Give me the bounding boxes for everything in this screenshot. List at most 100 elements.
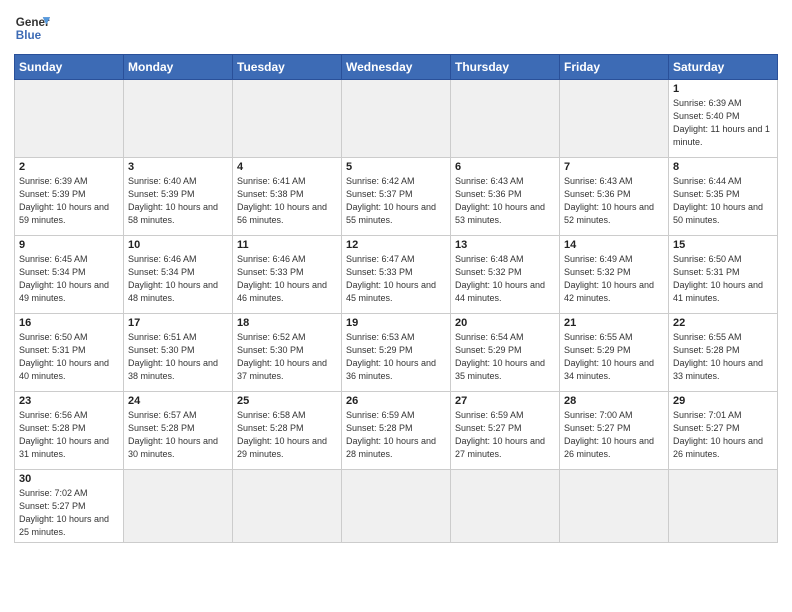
calendar-cell: 19 Sunrise: 6:53 AM Sunset: 5:29 PM Dayli… xyxy=(342,314,451,392)
calendar-week-1: 1 Sunrise: 6:39 AM Sunset: 5:40 PM Daylig… xyxy=(15,80,778,158)
day-info: Sunrise: 6:40 AM Sunset: 5:39 PM Dayligh… xyxy=(128,175,228,227)
day-number: 3 xyxy=(128,161,228,173)
day-number: 4 xyxy=(237,161,337,173)
day-number: 29 xyxy=(673,395,773,407)
day-number: 12 xyxy=(346,239,446,251)
day-number: 14 xyxy=(564,239,664,251)
day-number: 22 xyxy=(673,317,773,329)
day-info: Sunrise: 6:53 AM Sunset: 5:29 PM Dayligh… xyxy=(346,331,446,383)
calendar-cell: 15 Sunrise: 6:50 AM Sunset: 5:31 PM Dayli… xyxy=(669,236,778,314)
day-number: 24 xyxy=(128,395,228,407)
day-number: 6 xyxy=(455,161,555,173)
day-number: 7 xyxy=(564,161,664,173)
calendar-cell xyxy=(342,80,451,158)
calendar-week-3: 9Sunrise: 6:45 AM Sunset: 5:34 PM Daylig… xyxy=(15,236,778,314)
day-header-sunday: Sunday xyxy=(15,55,124,80)
day-header-thursday: Thursday xyxy=(451,55,560,80)
calendar-cell: 4Sunrise: 6:41 AM Sunset: 5:38 PM Daylig… xyxy=(233,158,342,236)
day-number: 23 xyxy=(19,395,119,407)
day-number: 19 xyxy=(346,317,446,329)
calendar-cell xyxy=(560,470,669,543)
day-info: Sunrise: 6:43 AM Sunset: 5:36 PM Dayligh… xyxy=(455,175,555,227)
day-header-friday: Friday xyxy=(560,55,669,80)
day-info: Sunrise: 6:54 AM Sunset: 5:29 PM Dayligh… xyxy=(455,331,555,383)
day-number: 25 xyxy=(237,395,337,407)
day-info: Sunrise: 6:55 AM Sunset: 5:29 PM Dayligh… xyxy=(564,331,664,383)
day-info: Sunrise: 7:02 AM Sunset: 5:27 PM Dayligh… xyxy=(19,487,119,539)
calendar-week-2: 2Sunrise: 6:39 AM Sunset: 5:39 PM Daylig… xyxy=(15,158,778,236)
calendar-cell: 2Sunrise: 6:39 AM Sunset: 5:39 PM Daylig… xyxy=(15,158,124,236)
day-info: Sunrise: 6:50 AM Sunset: 5:31 PM Dayligh… xyxy=(673,253,773,305)
day-info: Sunrise: 7:00 AM Sunset: 5:27 PM Dayligh… xyxy=(564,409,664,461)
day-header-saturday: Saturday xyxy=(669,55,778,80)
calendar-cell: 8Sunrise: 6:44 AM Sunset: 5:35 PM Daylig… xyxy=(669,158,778,236)
day-header-monday: Monday xyxy=(124,55,233,80)
day-info: Sunrise: 6:44 AM Sunset: 5:35 PM Dayligh… xyxy=(673,175,773,227)
day-info: Sunrise: 6:55 AM Sunset: 5:28 PM Dayligh… xyxy=(673,331,773,383)
day-info: Sunrise: 6:46 AM Sunset: 5:34 PM Dayligh… xyxy=(128,253,228,305)
day-info: Sunrise: 6:39 AM Sunset: 5:40 PM Dayligh… xyxy=(673,97,773,149)
day-number: 1 xyxy=(673,83,773,95)
day-info: Sunrise: 6:52 AM Sunset: 5:30 PM Dayligh… xyxy=(237,331,337,383)
calendar-cell: 10 Sunrise: 6:46 AM Sunset: 5:34 PM Dayli… xyxy=(124,236,233,314)
day-number: 15 xyxy=(673,239,773,251)
day-number: 11 xyxy=(237,239,337,251)
day-number: 17 xyxy=(128,317,228,329)
calendar-cell: 11Sunrise: 6:46 AM Sunset: 5:33 PM Dayli… xyxy=(233,236,342,314)
day-number: 21 xyxy=(564,317,664,329)
calendar-cell: 24Sunrise: 6:57 AM Sunset: 5:28 PM Dayli… xyxy=(124,392,233,470)
calendar-body: 1 Sunrise: 6:39 AM Sunset: 5:40 PM Daylig… xyxy=(15,80,778,543)
day-info: Sunrise: 6:48 AM Sunset: 5:32 PM Dayligh… xyxy=(455,253,555,305)
calendar-cell: 22 Sunrise: 6:55 AM Sunset: 5:28 PM Dayli… xyxy=(669,314,778,392)
logo-icon: General Blue xyxy=(14,10,50,46)
calendar-cell: 16Sunrise: 6:50 AM Sunset: 5:31 PM Dayli… xyxy=(15,314,124,392)
day-number: 28 xyxy=(564,395,664,407)
day-info: Sunrise: 6:43 AM Sunset: 5:36 PM Dayligh… xyxy=(564,175,664,227)
day-number: 20 xyxy=(455,317,555,329)
day-info: Sunrise: 6:47 AM Sunset: 5:33 PM Dayligh… xyxy=(346,253,446,305)
calendar-cell: 9Sunrise: 6:45 AM Sunset: 5:34 PM Daylig… xyxy=(15,236,124,314)
day-header-wednesday: Wednesday xyxy=(342,55,451,80)
calendar-cell: 21 Sunrise: 6:55 AM Sunset: 5:29 PM Dayli… xyxy=(560,314,669,392)
day-number: 18 xyxy=(237,317,337,329)
calendar-cell: 12 Sunrise: 6:47 AM Sunset: 5:33 PM Dayli… xyxy=(342,236,451,314)
calendar-cell xyxy=(451,470,560,543)
day-info: Sunrise: 7:01 AM Sunset: 5:27 PM Dayligh… xyxy=(673,409,773,461)
calendar-cell: 13 Sunrise: 6:48 AM Sunset: 5:32 PM Dayli… xyxy=(451,236,560,314)
calendar-cell: 17 Sunrise: 6:51 AM Sunset: 5:30 PM Dayli… xyxy=(124,314,233,392)
calendar-cell: 27 Sunrise: 6:59 AM Sunset: 5:27 PM Dayli… xyxy=(451,392,560,470)
day-info: Sunrise: 6:39 AM Sunset: 5:39 PM Dayligh… xyxy=(19,175,119,227)
calendar-cell xyxy=(233,470,342,543)
day-number: 13 xyxy=(455,239,555,251)
logo: General Blue xyxy=(14,10,50,46)
calendar-cell: 3 Sunrise: 6:40 AM Sunset: 5:39 PM Daylig… xyxy=(124,158,233,236)
day-info: Sunrise: 6:59 AM Sunset: 5:27 PM Dayligh… xyxy=(455,409,555,461)
day-info: Sunrise: 6:45 AM Sunset: 5:34 PM Dayligh… xyxy=(19,253,119,305)
calendar-table: SundayMondayTuesdayWednesdayThursdayFrid… xyxy=(14,54,778,543)
day-header-tuesday: Tuesday xyxy=(233,55,342,80)
day-info: Sunrise: 6:51 AM Sunset: 5:30 PM Dayligh… xyxy=(128,331,228,383)
calendar-week-6: 30 Sunrise: 7:02 AM Sunset: 5:27 PM Dayli… xyxy=(15,470,778,543)
day-number: 27 xyxy=(455,395,555,407)
calendar-cell: 26Sunrise: 6:59 AM Sunset: 5:28 PM Dayli… xyxy=(342,392,451,470)
day-info: Sunrise: 6:42 AM Sunset: 5:37 PM Dayligh… xyxy=(346,175,446,227)
calendar-cell: 20 Sunrise: 6:54 AM Sunset: 5:29 PM Dayli… xyxy=(451,314,560,392)
calendar-cell: 23 Sunrise: 6:56 AM Sunset: 5:28 PM Dayli… xyxy=(15,392,124,470)
day-number: 30 xyxy=(19,473,119,485)
day-number: 5 xyxy=(346,161,446,173)
calendar-week-4: 16Sunrise: 6:50 AM Sunset: 5:31 PM Dayli… xyxy=(15,314,778,392)
day-number: 16 xyxy=(19,317,119,329)
day-number: 10 xyxy=(128,239,228,251)
calendar-cell: 5 Sunrise: 6:42 AM Sunset: 5:37 PM Daylig… xyxy=(342,158,451,236)
calendar-cell xyxy=(560,80,669,158)
calendar-cell: 30 Sunrise: 7:02 AM Sunset: 5:27 PM Dayli… xyxy=(15,470,124,543)
calendar-cell xyxy=(451,80,560,158)
calendar-week-5: 23 Sunrise: 6:56 AM Sunset: 5:28 PM Dayli… xyxy=(15,392,778,470)
calendar-cell xyxy=(233,80,342,158)
calendar-cell xyxy=(669,470,778,543)
svg-text:Blue: Blue xyxy=(16,29,42,42)
calendar-cell: 14Sunrise: 6:49 AM Sunset: 5:32 PM Dayli… xyxy=(560,236,669,314)
calendar-cell xyxy=(124,80,233,158)
calendar-cell xyxy=(342,470,451,543)
day-info: Sunrise: 6:56 AM Sunset: 5:28 PM Dayligh… xyxy=(19,409,119,461)
